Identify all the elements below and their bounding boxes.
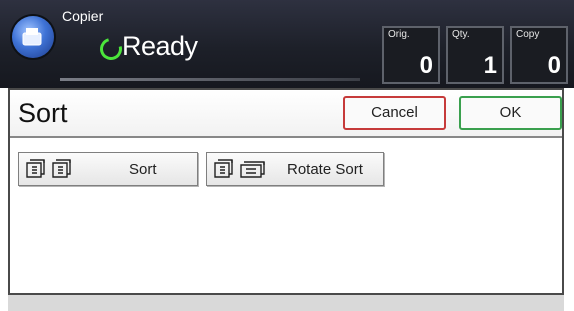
status-bar: Copier Ready Orig. 0 Qty. 1 Copy 0 bbox=[0, 0, 574, 88]
originals-counter-label: Orig. bbox=[388, 29, 410, 40]
dialog-header: Sort Cancel OK bbox=[10, 90, 562, 138]
copies-counter-value: 0 bbox=[547, 52, 561, 79]
cancel-button[interactable]: Cancel bbox=[343, 96, 446, 130]
copies-counter-label: Copy bbox=[516, 29, 540, 40]
quantity-counter-value: 1 bbox=[483, 52, 497, 79]
originals-counter: Orig. 0 bbox=[382, 26, 440, 84]
originals-counter-value: 0 bbox=[419, 52, 433, 79]
rotate-sort-option-button[interactable]: Rotate Sort bbox=[206, 152, 384, 186]
quantity-counter-label: Qty. bbox=[452, 29, 470, 40]
dialog-title: Sort bbox=[18, 98, 68, 128]
copier-app-icon[interactable] bbox=[12, 16, 54, 58]
ok-button[interactable]: OK bbox=[459, 96, 562, 130]
machine-status: Ready bbox=[122, 31, 198, 61]
sort-icon bbox=[25, 159, 77, 184]
bottom-edge bbox=[8, 295, 564, 311]
sort-option-button[interactable]: Sort bbox=[18, 152, 198, 186]
sort-dialog: Sort Cancel OK Sort Rotate Sort bbox=[8, 88, 564, 295]
quantity-counter: Qty. 1 bbox=[446, 26, 504, 84]
copies-counter: Copy 0 bbox=[510, 26, 568, 84]
rotate-sort-icon bbox=[213, 159, 269, 184]
rotate-sort-option-label: Rotate Sort bbox=[287, 161, 363, 178]
status-divider bbox=[60, 78, 360, 81]
app-label: Copier bbox=[62, 8, 104, 24]
sort-option-label: Sort bbox=[129, 161, 157, 178]
